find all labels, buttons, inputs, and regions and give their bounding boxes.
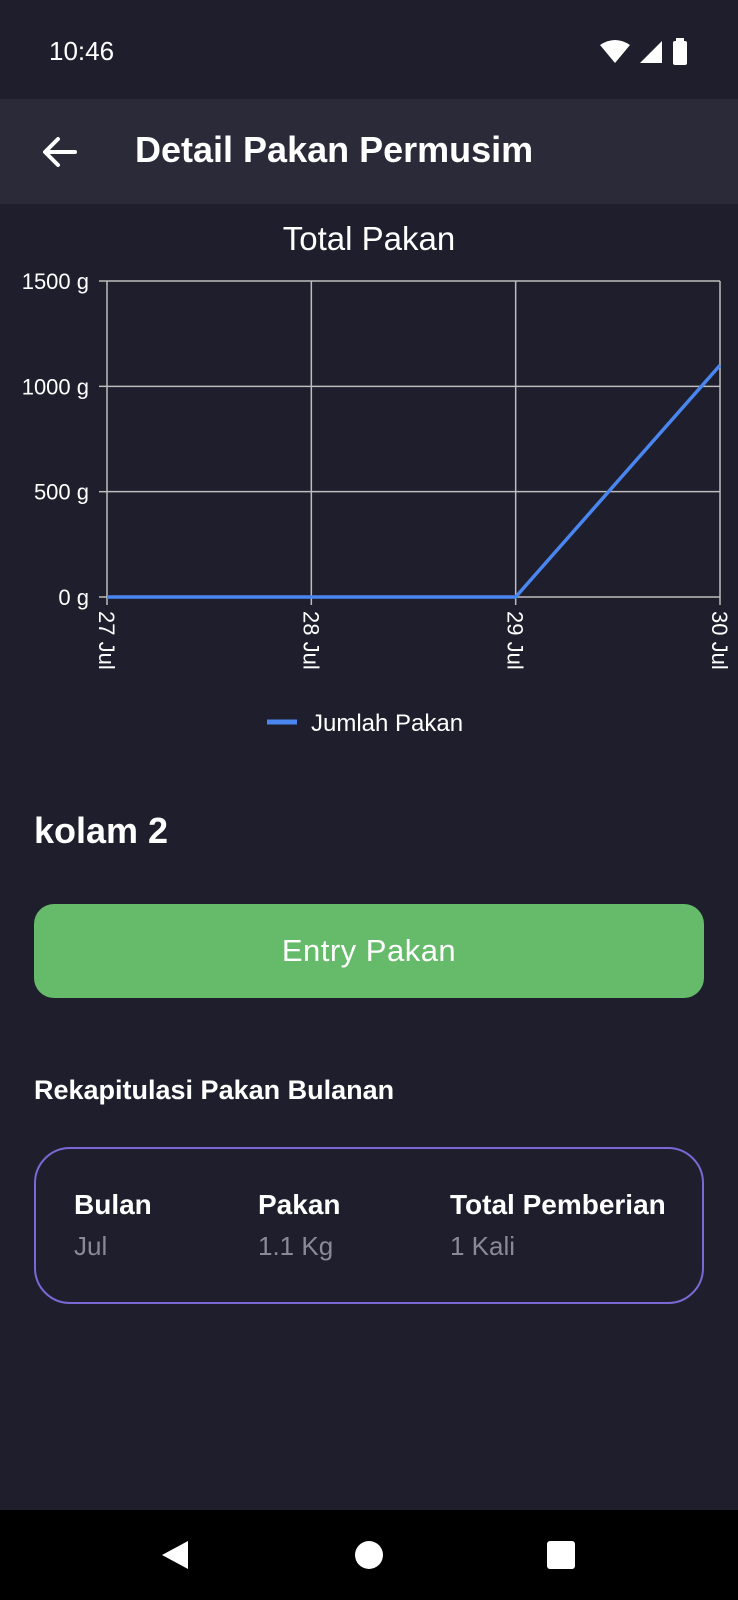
x-tick-label: 30 Jul <box>707 611 732 670</box>
y-tick-label: 1500 g <box>22 269 89 294</box>
status-icons <box>600 38 688 66</box>
chart-title: Total Pakan <box>283 220 455 257</box>
x-tick-label: 28 Jul <box>298 611 323 670</box>
back-button[interactable] <box>28 121 90 183</box>
recap-month-value: Jul <box>74 1231 108 1261</box>
home-circle-icon <box>355 1541 383 1569</box>
entry-pakan-button[interactable]: Entry Pakan <box>34 904 704 998</box>
pond-name: kolam 2 <box>34 810 169 851</box>
chart-grid <box>106 280 721 598</box>
recap-month-label: Bulan <box>74 1189 152 1220</box>
recap-section-title: Rekapitulasi Pakan Bulanan <box>34 1075 395 1105</box>
line-chart: Total Pakan 1500 g1000 g500 g0 g 27 Jul 2… <box>22 220 732 737</box>
total-pakan-chart: Total Pakan 1500 g 1000 g 500 g0 g 27 Jul 2… <box>0 204 738 764</box>
status-time: 10:46 <box>49 36 115 66</box>
app-bar: Detail Pakan Permusim <box>0 99 738 204</box>
chart-series <box>106 364 722 599</box>
recap-feed: Pakan 1.1 Kg <box>258 1189 341 1262</box>
status-bar: 10:46 <box>0 0 738 99</box>
y-tick-label: 1000 g <box>22 374 89 399</box>
x-axis-ticks: 27 Jul 28 Jul 29 Jul 30 Jul <box>94 597 732 670</box>
x-tick-label: 27 Jul <box>94 611 119 670</box>
recap-feed-value: 1.1 Kg <box>258 1231 334 1261</box>
nav-recents-button[interactable] <box>536 1530 586 1580</box>
nav-home-button[interactable] <box>344 1530 394 1580</box>
battery-icon <box>673 38 687 65</box>
arrow-left-icon <box>43 137 77 167</box>
page-title: Detail Pakan Permusim <box>135 129 534 170</box>
y-tick-label: 500 g <box>34 480 89 505</box>
system-nav-bar <box>0 1510 738 1600</box>
recents-square-icon <box>547 1541 575 1569</box>
recap-total: Total Pemberian 1 Kali <box>450 1189 666 1262</box>
legend-label: Jumlah Pakan <box>311 710 463 737</box>
x-tick-label: 29 Jul <box>503 611 528 670</box>
series-line-jumlah-pakan <box>107 364 722 599</box>
nav-back-button[interactable] <box>150 1530 200 1580</box>
back-triangle-icon <box>162 1541 188 1569</box>
signal-icon <box>640 41 662 63</box>
recap-total-label: Total Pemberian <box>450 1189 666 1220</box>
chart-legend: Jumlah Pakan <box>267 710 463 737</box>
y-axis-ticks: 1500 g 1000 g 500 g 0 g <box>22 269 107 610</box>
y-tick-label: 0 g <box>58 585 89 610</box>
wifi-icon <box>600 40 630 63</box>
recap-card: Bulan Jul Pakan 1.1 Kg Total Pemberian 1… <box>34 1147 704 1304</box>
recap-feed-label: Pakan <box>258 1189 341 1220</box>
recap-month: Bulan Jul <box>74 1189 152 1262</box>
recap-total-value: 1 Kali <box>450 1231 516 1261</box>
